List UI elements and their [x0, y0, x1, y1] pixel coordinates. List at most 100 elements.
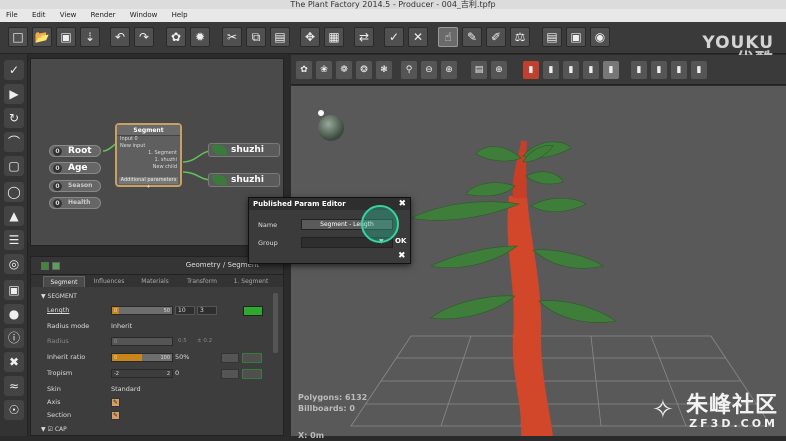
display-icon-4[interactable]: ▮ [691, 61, 707, 79]
material-icon-2[interactable]: ▮ [543, 61, 559, 79]
node-color-swatch[interactable] [41, 262, 49, 270]
menu-view[interactable]: View [54, 9, 83, 22]
branch-tool-icon[interactable]: ✓ [4, 60, 24, 80]
cut-icon[interactable]: ✂ [222, 27, 242, 47]
segment-output-shuzhi[interactable]: 1. shuzhi [117, 157, 180, 164]
tab-transform[interactable]: Transform [179, 276, 225, 287]
plant-trunk[interactable] [507, 196, 553, 436]
inherit-curve-box-2[interactable] [242, 353, 262, 363]
circle-icon[interactable]: ● [4, 304, 24, 324]
export-icon[interactable]: ⇣ [80, 27, 100, 47]
param-root[interactable]: 0 Root [49, 145, 101, 157]
segment-new-input[interactable]: New input [117, 143, 180, 150]
segment-additional-params[interactable]: Additional parameters + [119, 177, 178, 184]
material-icon-5[interactable]: ▮ [603, 61, 619, 79]
badge-icon[interactable]: ☉ [4, 400, 24, 420]
menu-window[interactable]: Window [124, 9, 164, 22]
length-slider[interactable]: 0 50 [111, 306, 173, 315]
new-file-icon[interactable]: □ [8, 27, 28, 47]
radius-slider[interactable]: 0 [111, 337, 173, 346]
target-icon[interactable]: ◎ [4, 254, 24, 274]
leaf-icon-3[interactable]: ❁ [336, 61, 352, 79]
skin-value[interactable]: Standard [111, 384, 141, 394]
plant-settings-icon[interactable]: ✿ [166, 27, 186, 47]
menu-edit[interactable]: Edit [26, 9, 52, 22]
material-icon-3[interactable]: ▮ [563, 61, 579, 79]
dialog-ok-button[interactable]: OK [395, 237, 406, 245]
copy-icon[interactable]: ⧉ [246, 27, 266, 47]
inherit-curve-box[interactable] [221, 353, 239, 363]
param-age[interactable]: 0 Age [49, 162, 101, 174]
leaf-branch-icon[interactable]: ✿ [296, 61, 312, 79]
material-icon-4[interactable]: ▮ [583, 61, 599, 79]
expand-icon[interactable]: ✥ [300, 27, 320, 47]
output-node-shuzhi-1[interactable]: shuzhi [208, 143, 280, 157]
list-icon[interactable]: ☰ [4, 230, 24, 250]
play-icon[interactable]: ▶ [4, 84, 24, 104]
plant-edit-icon[interactable]: ✹ [190, 27, 210, 47]
layer-icon[interactable]: ▤ [471, 61, 487, 79]
close-circle-icon[interactable]: ✖ [4, 352, 24, 372]
validate-icon[interactable]: ✓ [384, 27, 404, 47]
tropism-curve-box[interactable] [221, 369, 239, 379]
curve-icon[interactable]: ⌒ [4, 132, 24, 152]
section-segment-header[interactable]: ▼ SEGMENT [41, 293, 77, 300]
color-icon[interactable]: ▣ [4, 280, 24, 300]
paint-tool-icon[interactable]: ✎ [462, 27, 482, 47]
zoom-icon[interactable]: ⚲ [401, 61, 417, 79]
tab-segment[interactable]: Segment [43, 276, 85, 287]
zoom-out-icon[interactable]: ⊖ [421, 61, 437, 79]
radius-mode-value[interactable]: Inherit [111, 321, 132, 331]
length-value-field[interactable]: 10 [175, 306, 195, 315]
display-icon-3[interactable]: ▮ [671, 61, 687, 79]
segment-new-child[interactable]: New child [117, 164, 180, 171]
warning-icon[interactable]: ▲ [4, 206, 24, 226]
menu-file[interactable]: File [0, 9, 24, 22]
camera-icon[interactable]: ◉ [590, 27, 610, 47]
paste-icon[interactable]: ▤ [270, 27, 290, 47]
inherit-ratio-slider[interactable]: 0 100 [111, 353, 173, 362]
display-icon-2[interactable]: ▮ [651, 61, 667, 79]
tropism-slider[interactable]: -2 2 [111, 369, 173, 378]
menu-render[interactable]: Render [85, 9, 122, 22]
image-icon[interactable]: ▢ [4, 156, 24, 176]
render-window-icon[interactable]: ▣ [566, 27, 586, 47]
save-icon[interactable]: ▣ [56, 27, 76, 47]
undo-icon[interactable]: ↶ [110, 27, 130, 47]
zoom-in-icon[interactable]: ⊕ [441, 61, 457, 79]
dialog-close-icon[interactable]: ✖ [398, 198, 406, 210]
length-color-swatch[interactable] [243, 306, 263, 316]
delete-icon[interactable]: ✕ [408, 27, 428, 47]
film-icon[interactable]: ▤ [542, 27, 562, 47]
segment-input-0[interactable]: Input 0 [117, 136, 180, 143]
tab-influences[interactable]: Influences [87, 276, 131, 287]
tab-1-segment[interactable]: 1. Segment [227, 276, 275, 287]
panel-scrollbar[interactable] [273, 293, 278, 353]
brush-tool-icon[interactable]: ✐ [486, 27, 506, 47]
info-icon[interactable]: ⓘ [4, 328, 24, 348]
connect-icon[interactable]: ⇄ [354, 27, 374, 47]
axis-edit-icon[interactable]: ✎ [111, 398, 120, 407]
select-tool-icon[interactable]: ☝ [438, 27, 458, 47]
segment-output-segment[interactable]: 1. Segment [117, 150, 180, 157]
param-health[interactable]: 0 Health [49, 197, 101, 209]
output-node-shuzhi-2[interactable]: shuzhi [208, 173, 280, 187]
leaf-icon-2[interactable]: ❀ [316, 61, 332, 79]
layer-add-icon[interactable]: ⊕ [491, 61, 507, 79]
tropism-curve-box-2[interactable] [242, 369, 262, 379]
leaf-icon-5[interactable]: ❃ [376, 61, 392, 79]
leaf-icon-4[interactable]: ❂ [356, 61, 372, 79]
open-folder-icon[interactable]: 📂 [32, 27, 52, 47]
param-season[interactable]: 0 Season [49, 180, 101, 192]
display-icon[interactable]: ▮ [631, 61, 647, 79]
length-step-field[interactable]: 3 [197, 306, 217, 315]
section-edit-icon[interactable]: ✎ [111, 411, 120, 420]
tab-materials[interactable]: Materials [133, 276, 177, 287]
node-color-swatch-2[interactable] [52, 262, 60, 270]
rotate-icon[interactable]: ↻ [4, 108, 24, 128]
material-red-icon[interactable]: ▮ [523, 61, 539, 79]
menu-help[interactable]: Help [166, 9, 194, 22]
shield-icon[interactable]: ◯ [4, 182, 24, 202]
section-cap-header[interactable]: ▼ ☑ CAP [41, 426, 67, 433]
light-sphere[interactable] [318, 115, 344, 141]
